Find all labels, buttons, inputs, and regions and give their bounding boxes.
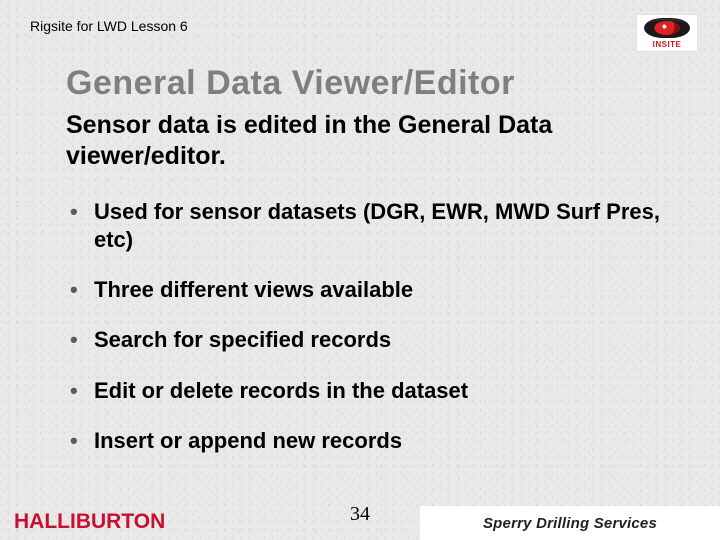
bullet-item: Search for specified records (66, 326, 660, 354)
bullet-item: Used for sensor datasets (DGR, EWR, MWD … (66, 198, 660, 254)
bullet-item: Insert or append new records (66, 427, 660, 455)
sperry-logo: Sperry Drilling Services (420, 506, 720, 540)
insite-logo: INSITE (636, 14, 698, 52)
bullet-item: Edit or delete records in the dataset (66, 377, 660, 405)
page-number: 34 (350, 503, 370, 526)
bullet-list: Used for sensor datasets (DGR, EWR, MWD … (66, 198, 660, 477)
lesson-header: Rigsite for LWD Lesson 6 (30, 18, 188, 34)
eye-icon (644, 18, 690, 38)
slide: Rigsite for LWD Lesson 6 INSITE General … (0, 0, 720, 540)
slide-subtitle: Sensor data is edited in the General Dat… (66, 110, 660, 173)
slide-title: General Data Viewer/Editor (66, 64, 515, 103)
insite-logo-label: INSITE (653, 40, 682, 49)
halliburton-logo: HALLIBURTON (14, 510, 165, 534)
bullet-item: Three different views available (66, 276, 660, 304)
